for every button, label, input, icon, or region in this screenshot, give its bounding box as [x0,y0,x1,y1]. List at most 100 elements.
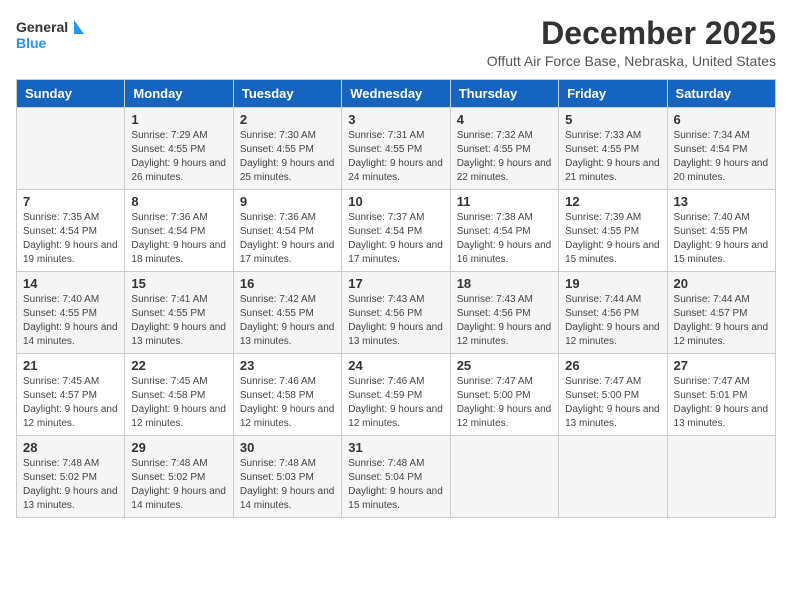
calendar-week-row: 1 Sunrise: 7:29 AMSunset: 4:55 PMDayligh… [17,108,776,190]
cell-day-number: 23 [240,358,335,373]
calendar-cell: 16 Sunrise: 7:42 AMSunset: 4:55 PMDaylig… [233,272,341,354]
cell-info: Sunrise: 7:43 AMSunset: 4:56 PMDaylight:… [348,293,443,349]
cell-info: Sunrise: 7:39 AMSunset: 4:55 PMDaylight:… [565,211,660,267]
calendar-cell [667,436,775,518]
cell-day-number: 24 [348,358,443,373]
calendar-table: SundayMondayTuesdayWednesdayThursdayFrid… [16,79,776,518]
title-block: December 2025 Offutt Air Force Base, Neb… [487,16,776,69]
subtitle: Offutt Air Force Base, Nebraska, United … [487,53,776,69]
calendar-cell [17,108,125,190]
calendar-cell: 23 Sunrise: 7:46 AMSunset: 4:58 PMDaylig… [233,354,341,436]
cell-day-number: 22 [131,358,226,373]
cell-day-number: 5 [565,112,660,127]
cell-info: Sunrise: 7:40 AMSunset: 4:55 PMDaylight:… [23,293,118,349]
cell-day-number: 16 [240,276,335,291]
calendar-header-row: SundayMondayTuesdayWednesdayThursdayFrid… [17,80,776,108]
cell-info: Sunrise: 7:45 AMSunset: 4:57 PMDaylight:… [23,375,118,431]
cell-info: Sunrise: 7:36 AMSunset: 4:54 PMDaylight:… [131,211,226,267]
calendar-cell: 18 Sunrise: 7:43 AMSunset: 4:56 PMDaylig… [450,272,558,354]
cell-info: Sunrise: 7:35 AMSunset: 4:54 PMDaylight:… [23,211,118,267]
cell-info: Sunrise: 7:46 AMSunset: 4:58 PMDaylight:… [240,375,335,431]
cell-day-number: 6 [674,112,769,127]
cell-day-number: 21 [23,358,118,373]
calendar-cell: 14 Sunrise: 7:40 AMSunset: 4:55 PMDaylig… [17,272,125,354]
cell-day-number: 28 [23,440,118,455]
calendar-cell: 22 Sunrise: 7:45 AMSunset: 4:58 PMDaylig… [125,354,233,436]
cell-day-number: 14 [23,276,118,291]
calendar-cell: 1 Sunrise: 7:29 AMSunset: 4:55 PMDayligh… [125,108,233,190]
cell-day-number: 30 [240,440,335,455]
cell-day-number: 1 [131,112,226,127]
calendar-cell: 6 Sunrise: 7:34 AMSunset: 4:54 PMDayligh… [667,108,775,190]
cell-day-number: 9 [240,194,335,209]
calendar-cell: 25 Sunrise: 7:47 AMSunset: 5:00 PMDaylig… [450,354,558,436]
cell-info: Sunrise: 7:38 AMSunset: 4:54 PMDaylight:… [457,211,552,267]
cell-info: Sunrise: 7:48 AMSunset: 5:03 PMDaylight:… [240,457,335,513]
cell-day-number: 20 [674,276,769,291]
calendar-cell: 21 Sunrise: 7:45 AMSunset: 4:57 PMDaylig… [17,354,125,436]
calendar-cell: 4 Sunrise: 7:32 AMSunset: 4:55 PMDayligh… [450,108,558,190]
cell-day-number: 15 [131,276,226,291]
calendar-day-header: Sunday [17,80,125,108]
cell-day-number: 8 [131,194,226,209]
calendar-cell: 15 Sunrise: 7:41 AMSunset: 4:55 PMDaylig… [125,272,233,354]
cell-day-number: 2 [240,112,335,127]
calendar-cell: 7 Sunrise: 7:35 AMSunset: 4:54 PMDayligh… [17,190,125,272]
calendar-cell: 28 Sunrise: 7:48 AMSunset: 5:02 PMDaylig… [17,436,125,518]
cell-info: Sunrise: 7:48 AMSunset: 5:02 PMDaylight:… [23,457,118,513]
calendar-week-row: 14 Sunrise: 7:40 AMSunset: 4:55 PMDaylig… [17,272,776,354]
cell-info: Sunrise: 7:42 AMSunset: 4:55 PMDaylight:… [240,293,335,349]
calendar-cell: 17 Sunrise: 7:43 AMSunset: 4:56 PMDaylig… [342,272,450,354]
calendar-cell [559,436,667,518]
calendar-week-row: 21 Sunrise: 7:45 AMSunset: 4:57 PMDaylig… [17,354,776,436]
cell-day-number: 17 [348,276,443,291]
cell-day-number: 19 [565,276,660,291]
calendar-cell: 13 Sunrise: 7:40 AMSunset: 4:55 PMDaylig… [667,190,775,272]
cell-day-number: 29 [131,440,226,455]
calendar-cell: 20 Sunrise: 7:44 AMSunset: 4:57 PMDaylig… [667,272,775,354]
cell-day-number: 7 [23,194,118,209]
cell-info: Sunrise: 7:45 AMSunset: 4:58 PMDaylight:… [131,375,226,431]
calendar-day-header: Wednesday [342,80,450,108]
calendar-cell: 30 Sunrise: 7:48 AMSunset: 5:03 PMDaylig… [233,436,341,518]
cell-day-number: 25 [457,358,552,373]
cell-info: Sunrise: 7:43 AMSunset: 4:56 PMDaylight:… [457,293,552,349]
calendar-cell: 3 Sunrise: 7:31 AMSunset: 4:55 PMDayligh… [342,108,450,190]
calendar-week-row: 28 Sunrise: 7:48 AMSunset: 5:02 PMDaylig… [17,436,776,518]
cell-day-number: 12 [565,194,660,209]
calendar-cell: 27 Sunrise: 7:47 AMSunset: 5:01 PMDaylig… [667,354,775,436]
svg-text:Blue: Blue [16,35,47,51]
cell-info: Sunrise: 7:48 AMSunset: 5:04 PMDaylight:… [348,457,443,513]
calendar-cell: 8 Sunrise: 7:36 AMSunset: 4:54 PMDayligh… [125,190,233,272]
page-header: General Blue December 2025 Offutt Air Fo… [16,16,776,69]
calendar-cell: 10 Sunrise: 7:37 AMSunset: 4:54 PMDaylig… [342,190,450,272]
month-title: December 2025 [487,16,776,51]
calendar-week-row: 7 Sunrise: 7:35 AMSunset: 4:54 PMDayligh… [17,190,776,272]
cell-day-number: 11 [457,194,552,209]
calendar-day-header: Saturday [667,80,775,108]
cell-day-number: 26 [565,358,660,373]
calendar-cell: 19 Sunrise: 7:44 AMSunset: 4:56 PMDaylig… [559,272,667,354]
calendar-cell: 31 Sunrise: 7:48 AMSunset: 5:04 PMDaylig… [342,436,450,518]
cell-info: Sunrise: 7:46 AMSunset: 4:59 PMDaylight:… [348,375,443,431]
logo-svg: General Blue [16,16,86,58]
cell-info: Sunrise: 7:30 AMSunset: 4:55 PMDaylight:… [240,129,335,185]
cell-day-number: 31 [348,440,443,455]
calendar-cell: 11 Sunrise: 7:38 AMSunset: 4:54 PMDaylig… [450,190,558,272]
calendar-cell: 26 Sunrise: 7:47 AMSunset: 5:00 PMDaylig… [559,354,667,436]
cell-info: Sunrise: 7:32 AMSunset: 4:55 PMDaylight:… [457,129,552,185]
calendar-cell: 2 Sunrise: 7:30 AMSunset: 4:55 PMDayligh… [233,108,341,190]
cell-info: Sunrise: 7:31 AMSunset: 4:55 PMDaylight:… [348,129,443,185]
cell-info: Sunrise: 7:36 AMSunset: 4:54 PMDaylight:… [240,211,335,267]
cell-info: Sunrise: 7:47 AMSunset: 5:00 PMDaylight:… [457,375,552,431]
cell-day-number: 13 [674,194,769,209]
calendar-cell: 24 Sunrise: 7:46 AMSunset: 4:59 PMDaylig… [342,354,450,436]
cell-info: Sunrise: 7:29 AMSunset: 4:55 PMDaylight:… [131,129,226,185]
cell-day-number: 4 [457,112,552,127]
cell-info: Sunrise: 7:37 AMSunset: 4:54 PMDaylight:… [348,211,443,267]
cell-info: Sunrise: 7:48 AMSunset: 5:02 PMDaylight:… [131,457,226,513]
cell-info: Sunrise: 7:41 AMSunset: 4:55 PMDaylight:… [131,293,226,349]
svg-text:General: General [16,19,68,35]
cell-info: Sunrise: 7:33 AMSunset: 4:55 PMDaylight:… [565,129,660,185]
cell-info: Sunrise: 7:34 AMSunset: 4:54 PMDaylight:… [674,129,769,185]
